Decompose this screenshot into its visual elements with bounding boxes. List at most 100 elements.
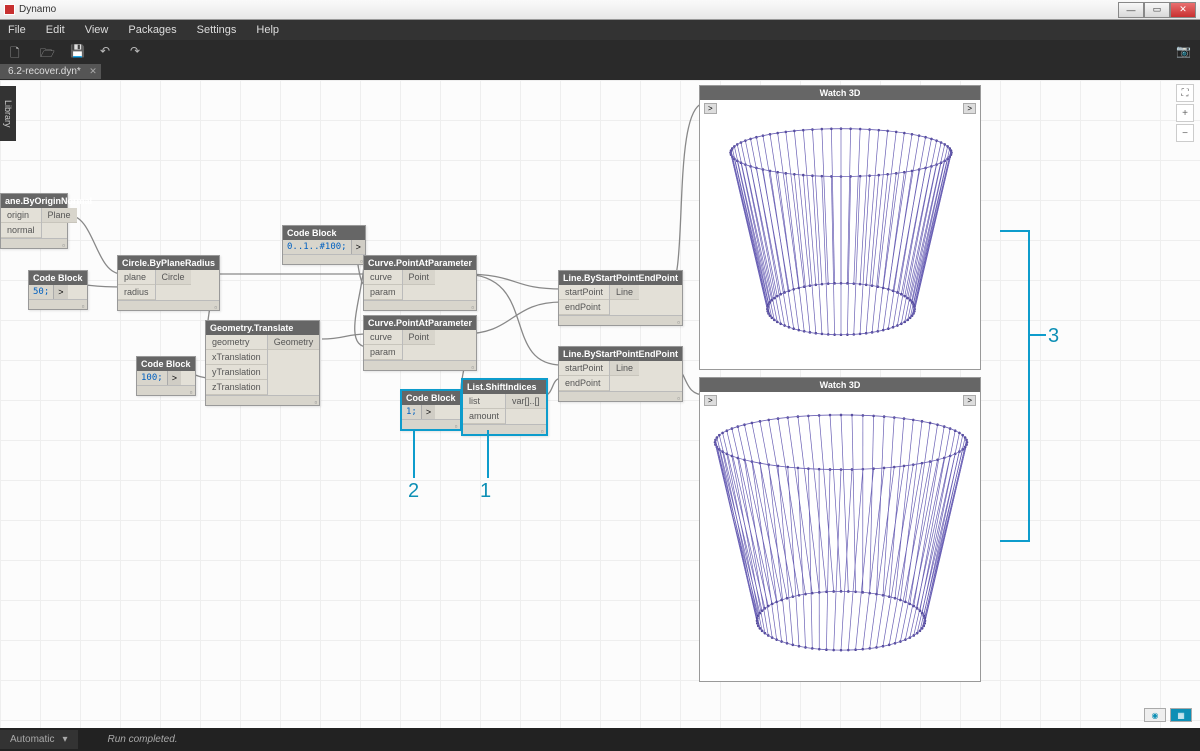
node-footer — [137, 385, 195, 395]
maximize-button[interactable]: ▭ — [1144, 2, 1170, 18]
code-text[interactable]: 50; — [29, 285, 53, 299]
node-header: Line.ByStartPointEndPoint — [559, 347, 682, 361]
node-watch3d-1[interactable]: Watch 3D > > — [699, 85, 981, 370]
node-codeblock-50[interactable]: Code Block 50; > — [28, 270, 88, 310]
node-watch3d-2[interactable]: Watch 3D > > — [699, 377, 981, 682]
port-geometry[interactable]: geometry — [206, 335, 267, 350]
fit-view-icon[interactable]: ⛶ — [1176, 84, 1194, 102]
port-ztrans[interactable]: zTranslation — [206, 380, 267, 395]
port-plane[interactable]: plane — [118, 270, 155, 285]
node-header: Geometry.Translate — [206, 321, 319, 335]
watch3d-viewport[interactable]: > > — [700, 100, 980, 368]
node-header: Curve.PointAtParameter — [364, 316, 476, 330]
menu-file[interactable]: File — [8, 24, 26, 36]
port-param[interactable]: param — [364, 345, 402, 360]
code-out[interactable]: > — [421, 405, 435, 419]
code-out[interactable]: > — [351, 240, 365, 254]
code-text[interactable]: 100; — [137, 371, 167, 385]
node-footer — [364, 360, 476, 370]
node-header: Watch 3D — [700, 86, 980, 100]
node-plane-by-origin-normal[interactable]: ane.ByOriginNormal origin normal Plane — [0, 193, 68, 249]
annotation-1: 1 — [480, 480, 491, 503]
code-text[interactable]: 0..1..#100; — [283, 240, 351, 254]
node-footer — [206, 395, 319, 405]
node-line-by-start-end-2[interactable]: Line.ByStartPointEndPoint startPoint end… — [558, 346, 683, 402]
code-out[interactable]: > — [167, 371, 181, 385]
node-list-shift-indices[interactable]: List.ShiftIndices list amount var[]..[] — [461, 378, 548, 436]
node-footer — [1, 238, 67, 248]
node-footer — [559, 391, 682, 401]
chevron-left-icon[interactable]: > — [704, 395, 717, 406]
menu-view[interactable]: View — [85, 24, 109, 36]
port-point-out[interactable]: Point — [403, 330, 436, 345]
node-geometry-translate[interactable]: Geometry.Translate geometry xTranslation… — [205, 320, 320, 406]
chevron-left-icon[interactable]: > — [704, 103, 717, 114]
node-footer — [118, 300, 219, 310]
undo-icon[interactable]: ↶ — [100, 44, 114, 58]
port-start[interactable]: startPoint — [559, 285, 609, 300]
tab-close-icon[interactable]: ✕ — [89, 66, 97, 77]
document-tab[interactable]: 6.2-recover.dyn* ✕ — [0, 64, 101, 79]
library-tab[interactable]: Library — [0, 86, 16, 141]
close-button[interactable]: ✕ — [1170, 2, 1196, 18]
port-radius[interactable]: radius — [118, 285, 155, 300]
menu-help[interactable]: Help — [256, 24, 279, 36]
chevron-right-icon[interactable]: > — [963, 395, 976, 406]
port-var-out[interactable]: var[]..[] — [506, 394, 546, 409]
camera-icon[interactable]: 📷 — [1176, 44, 1190, 58]
port-point-out[interactable]: Point — [403, 270, 436, 285]
node-header: Curve.PointAtParameter — [364, 256, 476, 270]
node-header: Code Block — [29, 271, 87, 285]
port-amount[interactable]: amount — [463, 409, 505, 424]
menu-settings[interactable]: Settings — [197, 24, 237, 36]
open-file-icon[interactable]: 🗁 — [40, 44, 54, 58]
port-list[interactable]: list — [463, 394, 505, 409]
title-bar: Dynamo — ▭ ✕ — [0, 0, 1200, 20]
port-geometry-out[interactable]: Geometry — [268, 335, 320, 350]
zoom-in-icon[interactable]: + — [1176, 104, 1194, 122]
save-icon[interactable]: 💾 — [70, 44, 84, 58]
run-mode-selector[interactable]: Automatic ▾ — [0, 730, 78, 749]
port-end[interactable]: endPoint — [559, 376, 609, 391]
chevron-right-icon[interactable]: > — [963, 103, 976, 114]
port-plane-out[interactable]: Plane — [42, 208, 77, 223]
port-curve[interactable]: curve — [364, 330, 402, 345]
port-circle-out[interactable]: Circle — [156, 270, 191, 285]
node-curve-point-at-parameter-2[interactable]: Curve.PointAtParameter curve param Point — [363, 315, 477, 371]
port-origin[interactable]: origin — [1, 208, 41, 223]
port-start[interactable]: startPoint — [559, 361, 609, 376]
menu-packages[interactable]: Packages — [128, 24, 176, 36]
node-footer — [402, 419, 460, 429]
node-curve-point-at-parameter-1[interactable]: Curve.PointAtParameter curve param Point — [363, 255, 477, 311]
view-3d-icon[interactable]: ◉ — [1144, 708, 1166, 722]
new-file-icon[interactable]: 🗋 — [10, 44, 24, 58]
tab-label: 6.2-recover.dyn* — [8, 66, 81, 77]
node-footer — [29, 299, 87, 309]
port-line-out[interactable]: Line — [610, 361, 639, 376]
node-circle-by-plane-radius[interactable]: Circle.ByPlaneRadius plane radius Circle — [117, 255, 220, 311]
port-end[interactable]: endPoint — [559, 300, 609, 315]
port-normal[interactable]: normal — [1, 223, 41, 238]
bracket-bottom — [1000, 537, 1030, 542]
zoom-out-icon[interactable]: − — [1176, 124, 1194, 142]
port-curve[interactable]: curve — [364, 270, 402, 285]
menu-edit[interactable]: Edit — [46, 24, 65, 36]
minimize-button[interactable]: — — [1118, 2, 1144, 18]
node-codeblock-range[interactable]: Code Block 0..1..#100; > — [282, 225, 366, 265]
view-toggle: ◉ ▦ — [1144, 708, 1192, 722]
node-header: List.ShiftIndices — [463, 380, 546, 394]
node-codeblock-100[interactable]: Code Block 100; > — [136, 356, 196, 396]
code-out[interactable]: > — [53, 285, 67, 299]
node-line-by-start-end-1[interactable]: Line.ByStartPointEndPoint startPoint end… — [558, 270, 683, 326]
port-line-out[interactable]: Line — [610, 285, 639, 300]
redo-icon[interactable]: ↷ — [130, 44, 144, 58]
watch3d-viewport[interactable]: > > — [700, 392, 980, 680]
code-text[interactable]: 1; — [402, 405, 421, 419]
node-codeblock-1[interactable]: Code Block 1; > — [400, 389, 462, 431]
port-xtrans[interactable]: xTranslation — [206, 350, 267, 365]
port-ytrans[interactable]: yTranslation — [206, 365, 267, 380]
annotation-lines — [0, 80, 1200, 728]
port-param[interactable]: param — [364, 285, 402, 300]
graph-canvas[interactable]: Library ⛶ + − — [0, 80, 1200, 728]
view-graph-icon[interactable]: ▦ — [1170, 708, 1192, 722]
